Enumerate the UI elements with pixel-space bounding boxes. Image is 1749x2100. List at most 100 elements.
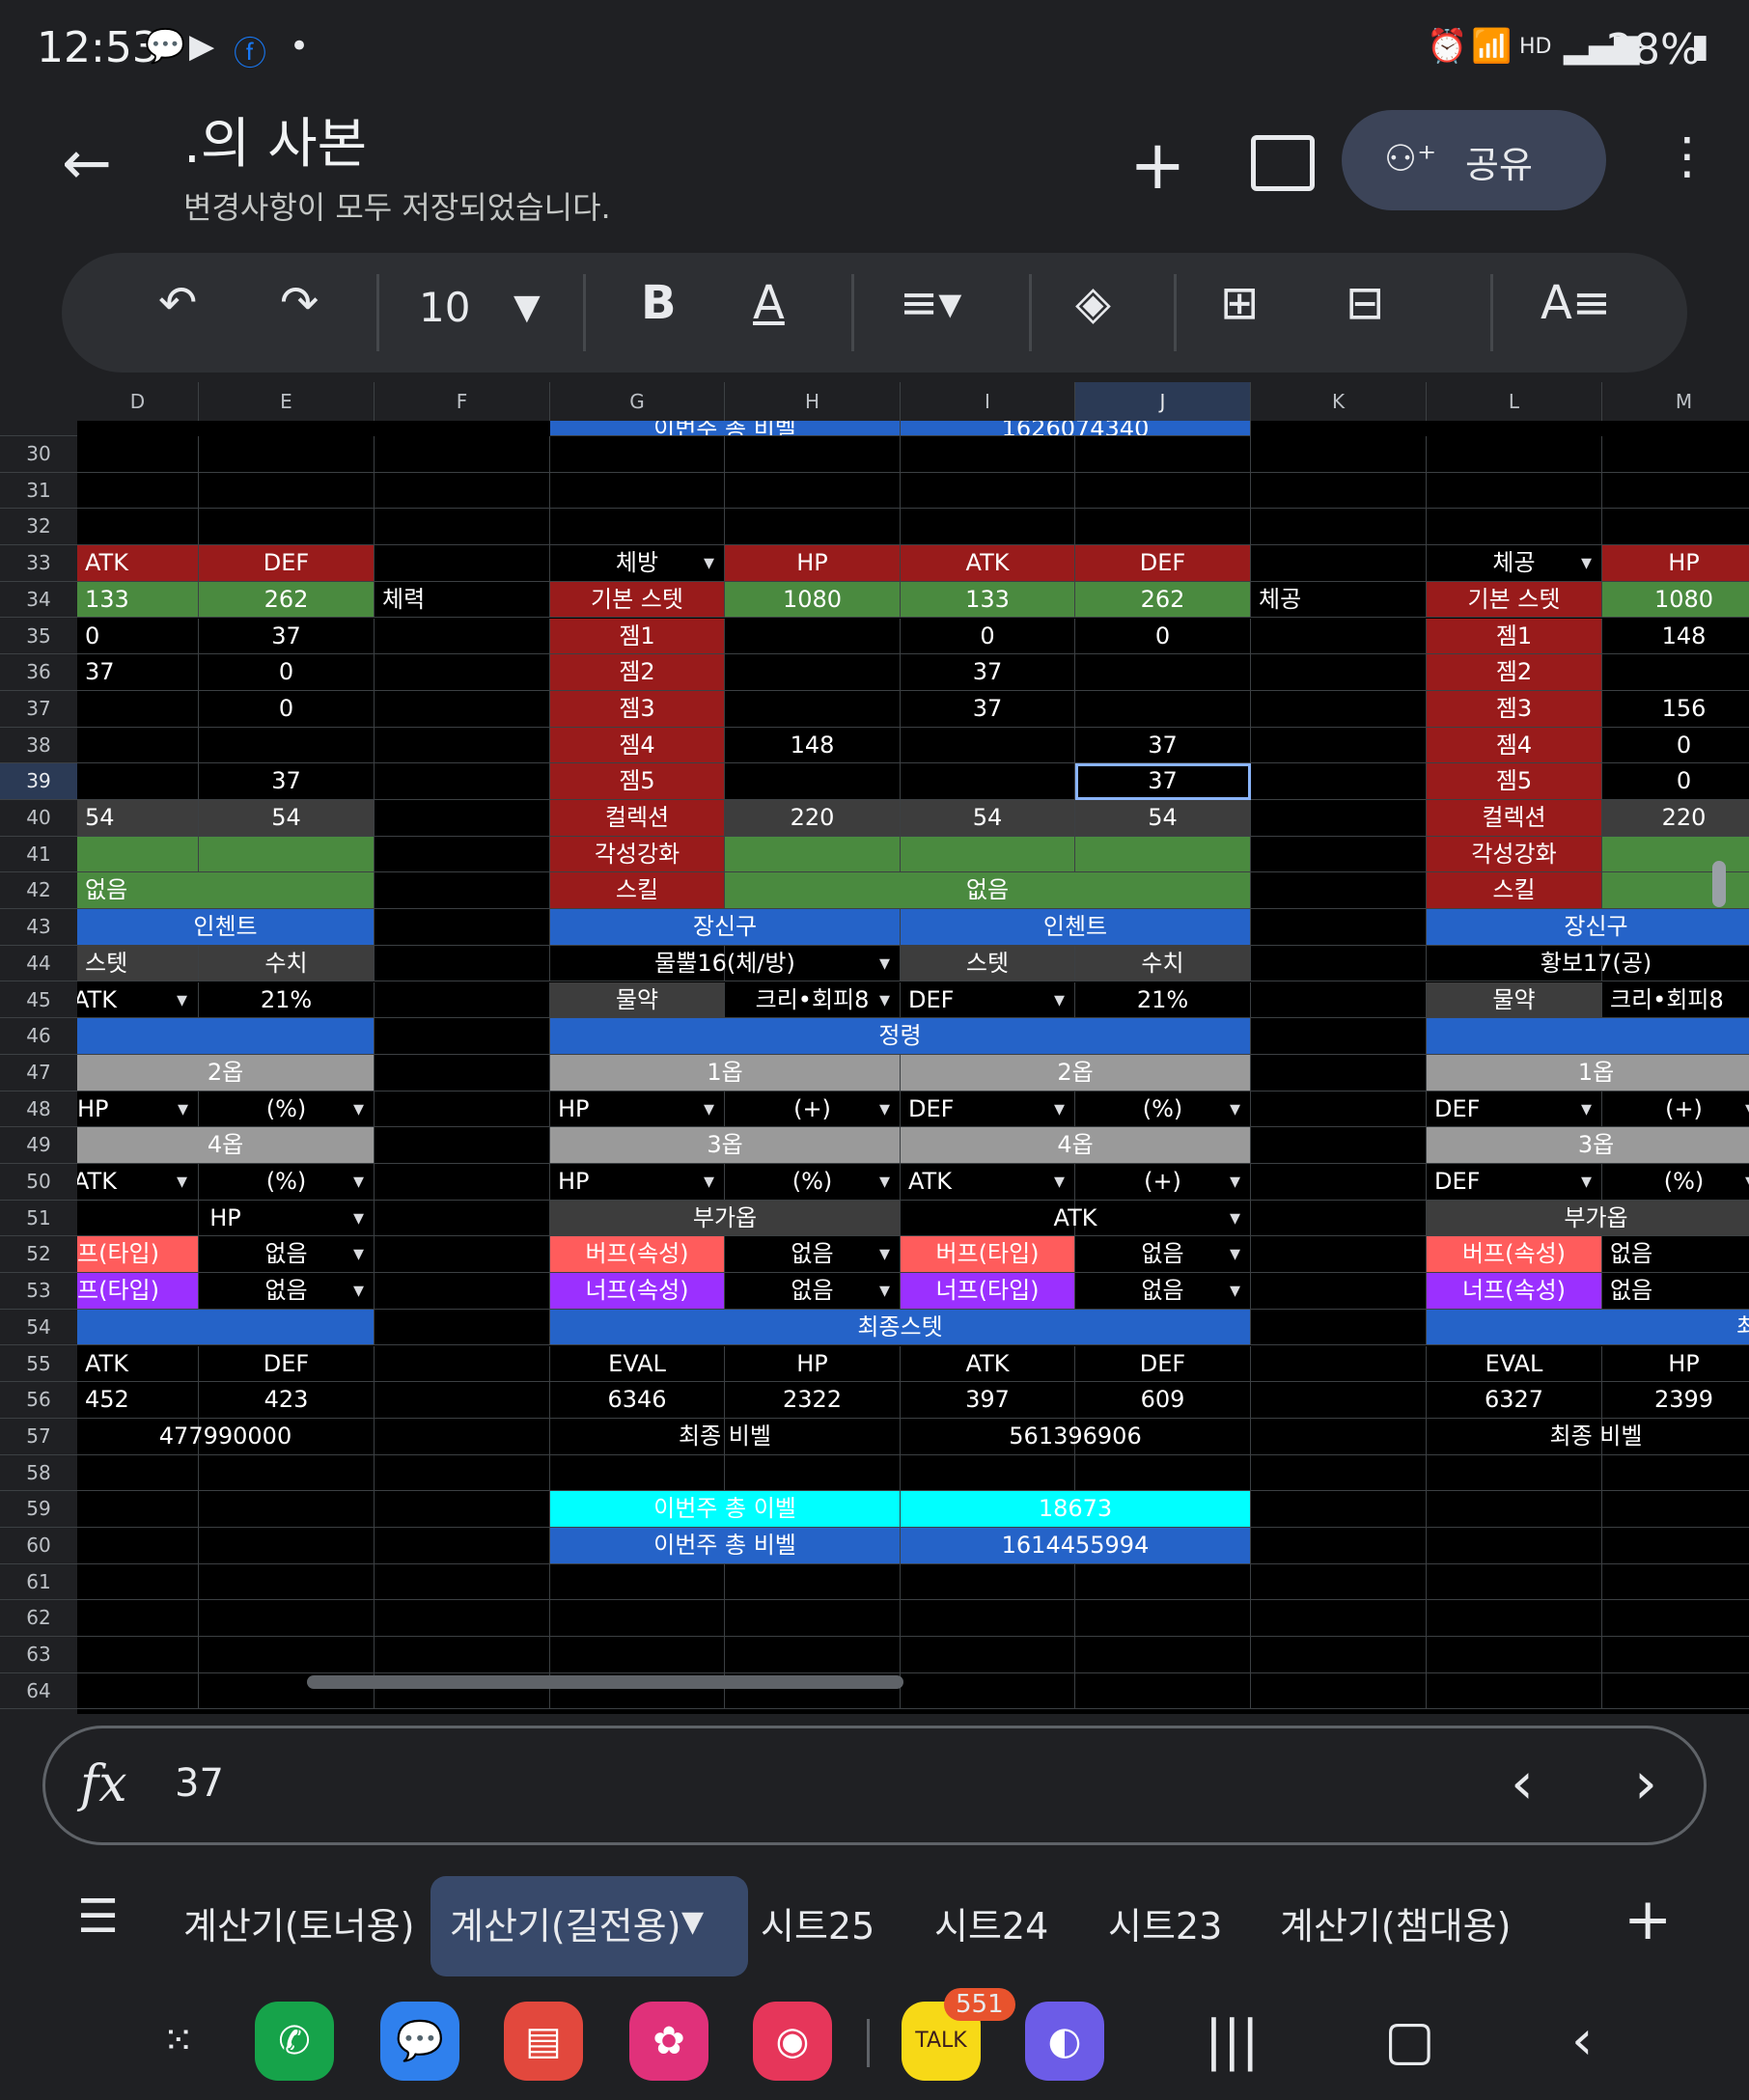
row-header[interactable]: 48 (0, 1091, 77, 1128)
cell[interactable] (725, 472, 901, 510)
cell[interactable] (1251, 1091, 1427, 1128)
cell[interactable]: HP (1602, 1346, 1749, 1383)
cell[interactable] (901, 1454, 1075, 1492)
cell[interactable]: 각성강화 (1427, 836, 1602, 873)
cell[interactable] (1075, 836, 1251, 873)
cell[interactable] (375, 981, 550, 1019)
cell[interactable]: 장신구 (550, 909, 901, 946)
cell[interactable] (199, 1528, 375, 1564)
cell[interactable] (77, 1563, 199, 1601)
cell[interactable]: 젬5 (1427, 763, 1602, 800)
cell[interactable] (1251, 618, 1427, 655)
cell[interactable]: 37 (1075, 727, 1251, 764)
cell[interactable]: DEF (1075, 1345, 1251, 1383)
column-header-l[interactable]: L (1427, 382, 1602, 421)
cell[interactable] (1602, 1528, 1749, 1564)
tab-sheet[interactable]: 시트25 (741, 1876, 894, 1976)
row-header[interactable]: 44 (0, 946, 77, 982)
cell[interactable] (1602, 872, 1749, 910)
row-header[interactable]: 43 (0, 909, 77, 946)
add-icon[interactable]: + (1129, 125, 1186, 205)
phone-app-icon[interactable]: ✆ (255, 2002, 334, 2081)
cell[interactable]: 없음 (1602, 1236, 1749, 1274)
cell[interactable] (1427, 1528, 1602, 1564)
cell[interactable]: 스킬 (550, 872, 725, 910)
text-format-icon[interactable]: A≡ (1541, 276, 1611, 330)
row-header[interactable]: 46 (0, 1018, 77, 1055)
cell[interactable] (1427, 509, 1602, 546)
cell[interactable]: 156 (1602, 691, 1749, 728)
cell[interactable]: 37 (901, 654, 1075, 691)
formula-bar[interactable]: fx 37 ‹ › (42, 1726, 1707, 1845)
cell[interactable]: 0 (199, 654, 375, 691)
cell[interactable]: 423 (199, 1382, 375, 1419)
cell[interactable] (901, 1600, 1075, 1638)
cell[interactable]: 버프(타입) (901, 1236, 1075, 1274)
messages-app-icon[interactable]: 💬 (380, 2002, 459, 2081)
cell[interactable] (1251, 1018, 1427, 1055)
cell[interactable]: 이번주 총 비벨 (550, 421, 901, 436)
cell[interactable] (725, 836, 901, 873)
cell[interactable]: 없음 (199, 1273, 375, 1310)
cell[interactable]: 최종 비벨 (550, 1418, 901, 1455)
row-header[interactable]: 60 (0, 1528, 77, 1564)
row-header[interactable]: 40 (0, 800, 77, 837)
cell[interactable] (725, 763, 901, 800)
cell[interactable]: (%) (1075, 1091, 1251, 1128)
cell[interactable] (77, 1600, 199, 1638)
cell[interactable]: 1626074340 (901, 421, 1251, 436)
bold-icon[interactable]: B (641, 276, 677, 330)
comment-icon[interactable] (1251, 135, 1315, 191)
cell[interactable] (1251, 472, 1427, 510)
cell[interactable]: 젬2 (550, 654, 725, 691)
row-header[interactable]: 39 (0, 763, 77, 800)
cell[interactable] (375, 1600, 550, 1638)
cell[interactable] (550, 1454, 725, 1492)
column-header-j[interactable]: J (1075, 382, 1251, 421)
row-header[interactable]: 30 (0, 436, 77, 473)
cell[interactable]: DEF (199, 545, 375, 582)
cell[interactable]: ATK (901, 1345, 1075, 1383)
cell[interactable] (1251, 654, 1427, 691)
cell[interactable]: 체방 (550, 545, 725, 582)
row-header[interactable]: 52 (0, 1236, 77, 1274)
cell[interactable] (375, 1563, 550, 1601)
cell[interactable]: 젬2 (1427, 654, 1602, 691)
cell[interactable]: ATK (77, 1164, 199, 1201)
cell[interactable] (901, 727, 1075, 764)
cell[interactable] (1427, 1018, 1749, 1055)
cell[interactable]: 133 (901, 581, 1075, 619)
cell[interactable] (375, 1091, 550, 1128)
row-header[interactable]: 51 (0, 1201, 77, 1237)
cell[interactable] (1251, 1200, 1427, 1237)
notes-app-icon[interactable]: ▤ (504, 2002, 583, 2081)
cell[interactable] (199, 836, 375, 873)
cell[interactable]: 젬4 (1427, 727, 1602, 764)
cell[interactable]: 54 (199, 800, 375, 837)
cell[interactable]: 4옵 (901, 1127, 1251, 1164)
row-header[interactable]: 37 (0, 691, 77, 728)
cell[interactable] (375, 545, 550, 582)
cell[interactable] (725, 509, 901, 546)
tab-sheet[interactable]: 계산기(토너용) (164, 1876, 433, 1976)
formula-input[interactable]: 37 (175, 1761, 224, 1806)
row-header[interactable]: 62 (0, 1600, 77, 1638)
row-header[interactable]: 59 (0, 1491, 77, 1528)
cell[interactable]: 최종스텟 (550, 1309, 1251, 1346)
cell[interactable] (375, 1491, 550, 1528)
cell[interactable]: HP (725, 1345, 901, 1383)
cell[interactable]: 너프(속성) (550, 1273, 725, 1310)
cell[interactable] (725, 436, 901, 473)
cell[interactable]: 젬1 (550, 618, 725, 655)
cell[interactable] (77, 1309, 375, 1346)
cell[interactable] (1251, 981, 1427, 1019)
cell[interactable]: 262 (1075, 581, 1251, 619)
cell[interactable]: 최종 비벨 (1427, 1419, 1749, 1455)
cell[interactable] (199, 509, 375, 546)
row-header[interactable]: 55 (0, 1346, 77, 1383)
cell[interactable] (77, 727, 199, 764)
cell[interactable] (77, 1491, 199, 1528)
cell[interactable] (375, 945, 550, 982)
align-icon[interactable]: ≡▾ (900, 276, 961, 330)
cell[interactable]: DEF (901, 981, 1075, 1019)
